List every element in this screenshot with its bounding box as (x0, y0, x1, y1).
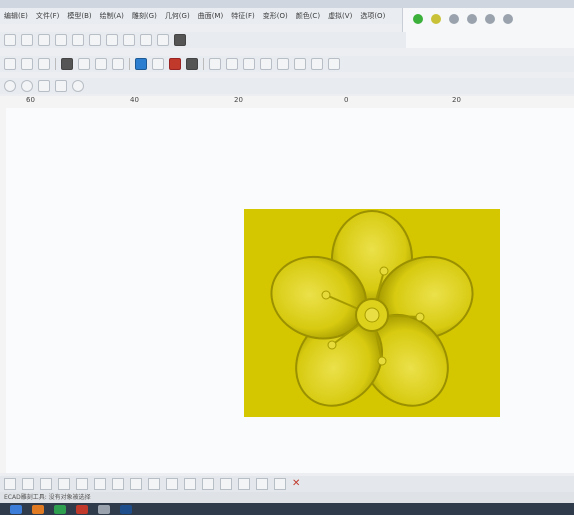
view-icon[interactable] (449, 14, 459, 24)
polygon-tool-icon[interactable] (72, 80, 84, 92)
tool-button[interactable] (112, 478, 124, 490)
menu-virtual[interactable]: 虚拟(V) (328, 11, 352, 21)
tool-button[interactable] (157, 34, 169, 46)
tool-button[interactable] (58, 478, 70, 490)
star-tool-icon[interactable] (55, 80, 67, 92)
photoshop-icon[interactable] (120, 504, 132, 514)
ellipse-tool-icon[interactable] (21, 80, 33, 92)
tool-button[interactable] (243, 58, 255, 70)
shield-tool-button[interactable] (174, 34, 186, 46)
menu-model[interactable]: 模型(B) (67, 11, 91, 21)
app-window: 编辑(E) 文件(F) 模型(B) 绘制(A) 雕刻(G) 几何(G) 曲面(M… (0, 0, 574, 515)
menu-surface[interactable]: 曲面(M) (198, 11, 224, 21)
rectangle-tool-icon[interactable] (38, 80, 50, 92)
close-icon[interactable]: ✕ (292, 479, 302, 489)
menu-feature[interactable]: 特征(F) (231, 11, 255, 21)
shield-tool-button[interactable] (186, 58, 198, 70)
app-icon[interactable] (76, 504, 88, 514)
tool-button[interactable] (72, 34, 84, 46)
title-bar (0, 0, 574, 8)
menu-transform[interactable]: 变形(O) (263, 11, 288, 21)
tool-button[interactable] (277, 58, 289, 70)
tool-button[interactable] (123, 34, 135, 46)
toolbar-primary (0, 32, 406, 48)
tool-button[interactable] (38, 34, 50, 46)
cut-button[interactable] (78, 58, 90, 70)
tool-button[interactable] (94, 478, 106, 490)
app-icon[interactable] (54, 504, 66, 514)
separator (203, 58, 204, 70)
light-yellow-icon[interactable] (431, 14, 441, 24)
taskbar (0, 503, 574, 515)
separator (55, 58, 56, 70)
separator (129, 58, 130, 70)
menu-edit[interactable]: 编辑(E) (4, 11, 28, 21)
right-tool-panel (402, 8, 574, 48)
tool-button[interactable] (55, 34, 67, 46)
ruler-label: 40 (130, 96, 139, 104)
toolbar-shapes (0, 78, 574, 94)
tool-button[interactable] (166, 478, 178, 490)
dropdown-button[interactable] (4, 58, 16, 70)
refresh-icon[interactable] (485, 14, 495, 24)
tool-button[interactable] (21, 34, 33, 46)
status-bar: ECAD雕刻工具: 没有对象被选择 (0, 492, 574, 503)
tool-button[interactable] (209, 58, 221, 70)
copy-button[interactable] (95, 58, 107, 70)
settings-icon[interactable] (503, 14, 513, 24)
tool-button[interactable] (294, 58, 306, 70)
tool-button[interactable] (202, 478, 214, 490)
tool-button[interactable] (148, 478, 160, 490)
app-icon[interactable] (98, 504, 110, 514)
tool-button[interactable] (220, 478, 232, 490)
tool-button[interactable] (106, 34, 118, 46)
start-button-icon[interactable] (10, 504, 22, 514)
bottom-toolbar: ✕ (0, 476, 574, 492)
flower-relief-graphic (270, 210, 474, 407)
paste-button[interactable] (112, 58, 124, 70)
relief-flower-model[interactable] (244, 209, 500, 417)
tool-button[interactable] (152, 58, 164, 70)
app-icon[interactable] (32, 504, 44, 514)
toolbar-edit (0, 56, 574, 72)
menu-carve[interactable]: 雕刻(G) (132, 11, 157, 21)
menu-color[interactable]: 颜色(C) (296, 11, 320, 21)
ruler-label: 60 (26, 96, 35, 104)
tool-button[interactable] (238, 478, 250, 490)
tool-button[interactable] (328, 58, 340, 70)
ruler-label: 20 (452, 96, 461, 104)
menu-options[interactable]: 选项(O) (360, 11, 385, 21)
tool-button[interactable] (89, 34, 101, 46)
light-green-icon[interactable] (413, 14, 423, 24)
menu-geometry[interactable]: 几何(G) (165, 11, 190, 21)
tool-button[interactable] (226, 58, 238, 70)
circle-tool-icon[interactable] (4, 80, 16, 92)
ruler-label: 20 (234, 96, 243, 104)
tool-button[interactable] (130, 478, 142, 490)
menu-file[interactable]: 文件(F) (36, 11, 60, 21)
ruler-label: 0 (344, 96, 349, 104)
camera-icon[interactable] (467, 14, 477, 24)
tool-button[interactable] (4, 478, 16, 490)
tool-button[interactable] (4, 34, 16, 46)
tool-button[interactable] (40, 478, 52, 490)
material-button[interactable] (169, 58, 181, 70)
undo-button[interactable] (21, 58, 33, 70)
tool-button[interactable] (184, 478, 196, 490)
tool-button[interactable] (311, 58, 323, 70)
tool-button[interactable] (256, 478, 268, 490)
menu-bar: 编辑(E) 文件(F) 模型(B) 绘制(A) 雕刻(G) 几何(G) 曲面(M… (0, 8, 424, 24)
delete-button[interactable] (61, 58, 73, 70)
tool-button[interactable] (140, 34, 152, 46)
tool-button[interactable] (22, 478, 34, 490)
tool-button[interactable] (76, 478, 88, 490)
redo-button[interactable] (38, 58, 50, 70)
tool-button[interactable] (260, 58, 272, 70)
color-picker-button[interactable] (135, 58, 147, 70)
menu-draw[interactable]: 绘制(A) (100, 11, 124, 21)
tool-button[interactable] (274, 478, 286, 490)
